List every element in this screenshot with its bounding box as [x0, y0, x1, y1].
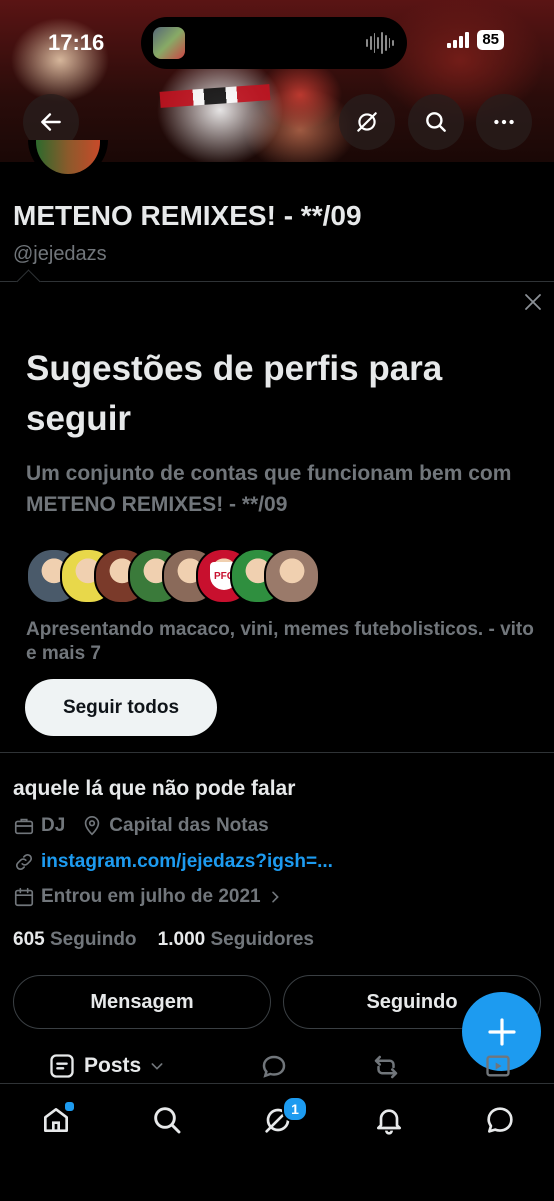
following-count: 605 — [13, 929, 45, 950]
repost-icon — [374, 1055, 398, 1079]
search-icon — [426, 112, 446, 132]
divider — [0, 752, 554, 753]
follow-counts: 605 Seguindo 1.000 Seguidores — [13, 929, 314, 951]
profile-avatar[interactable] — [28, 140, 108, 180]
audio-wave-icon — [366, 31, 394, 55]
suggested-avatar[interactable] — [264, 548, 320, 604]
suggestions-subtitle: Um conjunto de contas que funcionam bem … — [26, 462, 512, 516]
suggestions-title: Sugestões de perfis para seguir — [26, 349, 443, 438]
profile-meta-row: DJ Capital das Notas — [13, 815, 269, 837]
nav-notifications[interactable] — [369, 1102, 409, 1138]
suggestions-description: Apresentando macaco, vini, memes futebol… — [26, 619, 534, 664]
arrow-left-icon — [41, 113, 61, 131]
profile-location: Capital das Notas — [109, 815, 269, 836]
chevron-right-icon — [271, 891, 279, 903]
briefcase-icon — [14, 818, 34, 835]
reply-icon — [262, 1055, 286, 1078]
more-button[interactable] — [476, 94, 532, 150]
followers-label: Seguidores — [210, 929, 314, 950]
followers-count: 1.000 — [157, 929, 206, 950]
bell-icon — [377, 1109, 401, 1135]
nav-grok[interactable]: 1 — [258, 1096, 308, 1138]
search-icon — [154, 1107, 181, 1134]
profile-job: DJ — [41, 815, 66, 836]
plus-icon — [487, 1017, 516, 1046]
link-icon — [15, 853, 33, 871]
nav-search[interactable] — [147, 1102, 187, 1138]
posts-icon — [50, 1054, 74, 1078]
tab-reposts[interactable] — [370, 1052, 402, 1082]
chat-icon — [487, 1107, 513, 1133]
profile-name: METENO REMIXES! - **/09 — [13, 200, 362, 231]
location-icon — [85, 816, 100, 836]
divider — [0, 281, 554, 282]
search-button[interactable] — [408, 94, 464, 150]
tab-posts-label: Posts — [84, 1054, 142, 1077]
profile-joined-row[interactable]: Entrou em julho de 2021 — [13, 886, 283, 908]
more-icon — [494, 119, 514, 125]
follow-all-button[interactable]: Seguir todos — [25, 679, 217, 736]
nav-badge: 1 — [282, 1096, 308, 1122]
profile-link-row[interactable]: instagram.com/jejedazs?igsh=... — [13, 851, 333, 873]
grok-button[interactable] — [339, 94, 395, 150]
profile-bio: aquele lá que não pode falar — [13, 777, 296, 800]
nav-home[interactable] — [36, 1100, 76, 1138]
status-time: 17:16 — [48, 30, 105, 55]
close-icon[interactable] — [521, 290, 545, 314]
grok-icon — [357, 112, 377, 132]
notification-dot — [63, 1100, 76, 1113]
status-indicators: 85 — [447, 30, 504, 50]
bottom-navigation: 1 — [0, 1083, 554, 1201]
chevron-down-icon — [151, 1063, 163, 1070]
tab-replies[interactable] — [259, 1052, 289, 1082]
suggestion-caret — [16, 269, 41, 294]
profile-handle: @jejedazs — [13, 243, 107, 265]
followers-stat[interactable]: 1.000 Seguidores — [158, 929, 314, 950]
calendar-icon — [14, 887, 34, 907]
profile-joined: Entrou em julho de 2021 — [41, 886, 261, 907]
dynamic-island[interactable] — [141, 17, 407, 69]
nav-messages[interactable] — [480, 1102, 520, 1138]
message-button[interactable]: Mensagem — [13, 975, 271, 1029]
profile-link[interactable]: instagram.com/jejedazs?igsh=... — [41, 851, 333, 873]
following-stat[interactable]: 605 Seguindo — [13, 929, 137, 950]
media-icon — [486, 1055, 510, 1077]
battery-indicator: 85 — [477, 30, 504, 50]
now-playing-artwork — [153, 27, 185, 59]
following-label: Seguindo — [49, 929, 137, 950]
profile-tabs: Posts — [0, 1052, 554, 1084]
tab-media[interactable] — [484, 1052, 512, 1080]
signal-icon — [447, 32, 470, 48]
tab-posts[interactable]: Posts — [48, 1052, 165, 1080]
banner-stripe — [159, 84, 271, 108]
